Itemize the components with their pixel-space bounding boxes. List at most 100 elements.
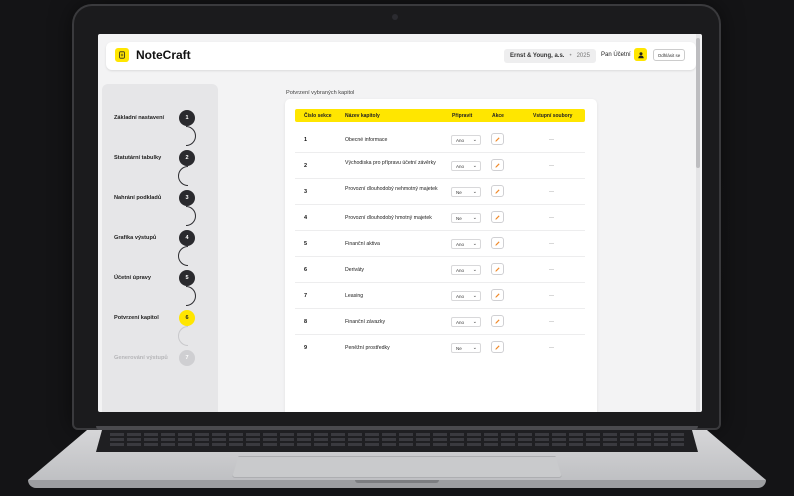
section-number: 2 [304, 163, 308, 169]
chevron-down-icon: ⌄ [472, 293, 477, 299]
prepare-select[interactable]: Ano ⌄ [451, 239, 481, 249]
pencil-icon[interactable] [491, 159, 504, 171]
user-name: Pan Účetní [601, 52, 631, 58]
pencil-icon[interactable] [491, 211, 504, 223]
prepare-select[interactable]: Ano ⌄ [451, 291, 481, 301]
prepare-select[interactable]: Ano ⌄ [451, 161, 481, 171]
step-label: Nahrání podkladů [114, 195, 162, 201]
step-number: 7 [179, 350, 195, 366]
column-header: Vstupní soubory [533, 113, 573, 119]
step-generate-outputs: Generování výstupů 7 [102, 350, 218, 370]
app-header: NoteCraft Ernst & Young, a.s. • 2025 Pan… [106, 42, 696, 70]
prepare-value: Ano [456, 163, 465, 169]
step-accounting-adjustments[interactable]: Účetní úpravy 5 [102, 270, 218, 290]
scrollbar-thumb[interactable] [696, 38, 700, 168]
step-basic-settings[interactable]: Základní nastavení 1 [102, 110, 218, 130]
input-files: — [549, 345, 554, 351]
step-number: 2 [179, 150, 195, 166]
pencil-icon[interactable] [491, 237, 504, 249]
column-header: Název kapitoly [345, 113, 380, 119]
chapter-name: Deriváty [345, 267, 365, 273]
step-label: Potvrzení kapitol [114, 315, 159, 321]
input-files: — [549, 163, 554, 169]
step-number: 1 [179, 110, 195, 126]
section-number: 1 [304, 137, 308, 143]
section-number: 6 [304, 267, 308, 273]
chevron-down-icon: ⌄ [472, 241, 477, 247]
separator: • [569, 53, 572, 59]
prepare-select[interactable]: Ne ⌄ [451, 213, 481, 223]
pencil-icon[interactable] [491, 263, 504, 275]
input-files: — [549, 293, 554, 299]
lid-notch [355, 480, 439, 483]
table-row: 6 Deriváty Ano ⌄ — [295, 257, 585, 283]
step-number: 6 [179, 310, 195, 326]
chapter-name: Provozní dlouhodobý hmotný majetek [345, 215, 432, 221]
column-header: Akce [492, 113, 504, 119]
key-row [110, 443, 684, 446]
prepare-value: Ne [456, 215, 462, 221]
laptop-lid: NoteCraft Ernst & Young, a.s. • 2025 Pan… [74, 6, 719, 428]
company-selector[interactable]: Ernst & Young, a.s. • 2025 [504, 49, 596, 63]
step-upload-documents[interactable]: Nahrání podkladů 3 [102, 190, 218, 210]
table-row: 5 Finanční aktiva Ano ⌄ — [295, 231, 585, 257]
prepare-value: Ano [456, 241, 465, 247]
pencil-icon[interactable] [491, 185, 504, 197]
user-icon[interactable] [634, 48, 647, 61]
screen: NoteCraft Ernst & Young, a.s. • 2025 Pan… [98, 34, 702, 412]
key-row [110, 433, 684, 436]
step-output-graphics[interactable]: Grafika výstupů 4 [102, 230, 218, 250]
chevron-down-icon: ⌄ [472, 319, 477, 325]
pencil-icon[interactable] [491, 315, 504, 327]
section-number: 8 [304, 319, 308, 325]
input-files: — [549, 241, 554, 247]
key-row [110, 438, 684, 441]
chapter-name: Finanční aktiva [345, 241, 380, 247]
step-sidebar: Základní nastavení 1 Statutární tabulky … [102, 84, 218, 412]
chevron-down-icon: ⌄ [472, 215, 477, 221]
prepare-value: Ne [456, 189, 462, 195]
step-label: Statutární tabulky [114, 155, 162, 161]
pencil-icon[interactable] [491, 341, 504, 353]
prepare-select[interactable]: Ano ⌄ [451, 265, 481, 275]
input-files: — [549, 215, 554, 221]
section-number: 5 [304, 241, 308, 247]
step-confirm-chapters[interactable]: Potvrzení kapitol 6 [102, 310, 218, 330]
prepare-value: Ne [456, 345, 462, 351]
chapter-name: Provozní dlouhodobý nehmotný majetek [345, 186, 438, 192]
prepare-select[interactable]: Ne ⌄ [451, 187, 481, 197]
chapter-name: Finanční závazky [345, 319, 386, 325]
step-label: Grafika výstupů [114, 235, 157, 241]
step-number: 5 [179, 270, 195, 286]
notebook-icon [115, 48, 129, 62]
step-connector [178, 246, 188, 266]
step-label: Základní nastavení [114, 115, 165, 121]
prepare-value: Ano [456, 319, 465, 325]
column-header: Připravit [452, 113, 473, 119]
chevron-down-icon: ⌄ [472, 267, 477, 273]
prepare-select[interactable]: Ne ⌄ [451, 343, 481, 353]
step-number: 3 [179, 190, 195, 206]
pencil-icon[interactable] [491, 133, 504, 145]
logout-button[interactable]: Odhlásit se [653, 49, 685, 61]
camera [392, 14, 398, 20]
table-row: 8 Finanční závazky Ano ⌄ — [295, 309, 585, 335]
prepare-select[interactable]: Ano ⌄ [451, 135, 481, 145]
chapter-name: Peněžní prostředky [345, 345, 390, 351]
step-statutory-tables[interactable]: Statutární tabulky 2 [102, 150, 218, 170]
chapter-name: Obecné informace [345, 137, 388, 143]
pencil-icon[interactable] [491, 289, 504, 301]
chapters-card: Číslo sekce Název kapitoly Připravit Akc… [285, 99, 597, 412]
chevron-down-icon: ⌄ [472, 137, 477, 143]
chevron-down-icon: ⌄ [472, 345, 477, 351]
table-row: 4 Provozní dlouhodobý hmotný majetek Ne ⌄… [295, 205, 585, 231]
prepare-select[interactable]: Ano ⌄ [451, 317, 481, 327]
table-header: Číslo sekce Název kapitoly Připravit Akc… [295, 109, 585, 122]
chevron-down-icon: ⌄ [472, 163, 477, 169]
section-number: 9 [304, 345, 308, 351]
step-label: Generování výstupů [114, 355, 168, 361]
prepare-value: Ano [456, 267, 465, 273]
app-name: NoteCraft [136, 48, 191, 62]
table-row: 3 Provozní dlouhodobý nehmotný majetek N… [295, 179, 585, 205]
table-row: 2 Východiska pro přípravu účetní závěrky… [295, 153, 585, 179]
